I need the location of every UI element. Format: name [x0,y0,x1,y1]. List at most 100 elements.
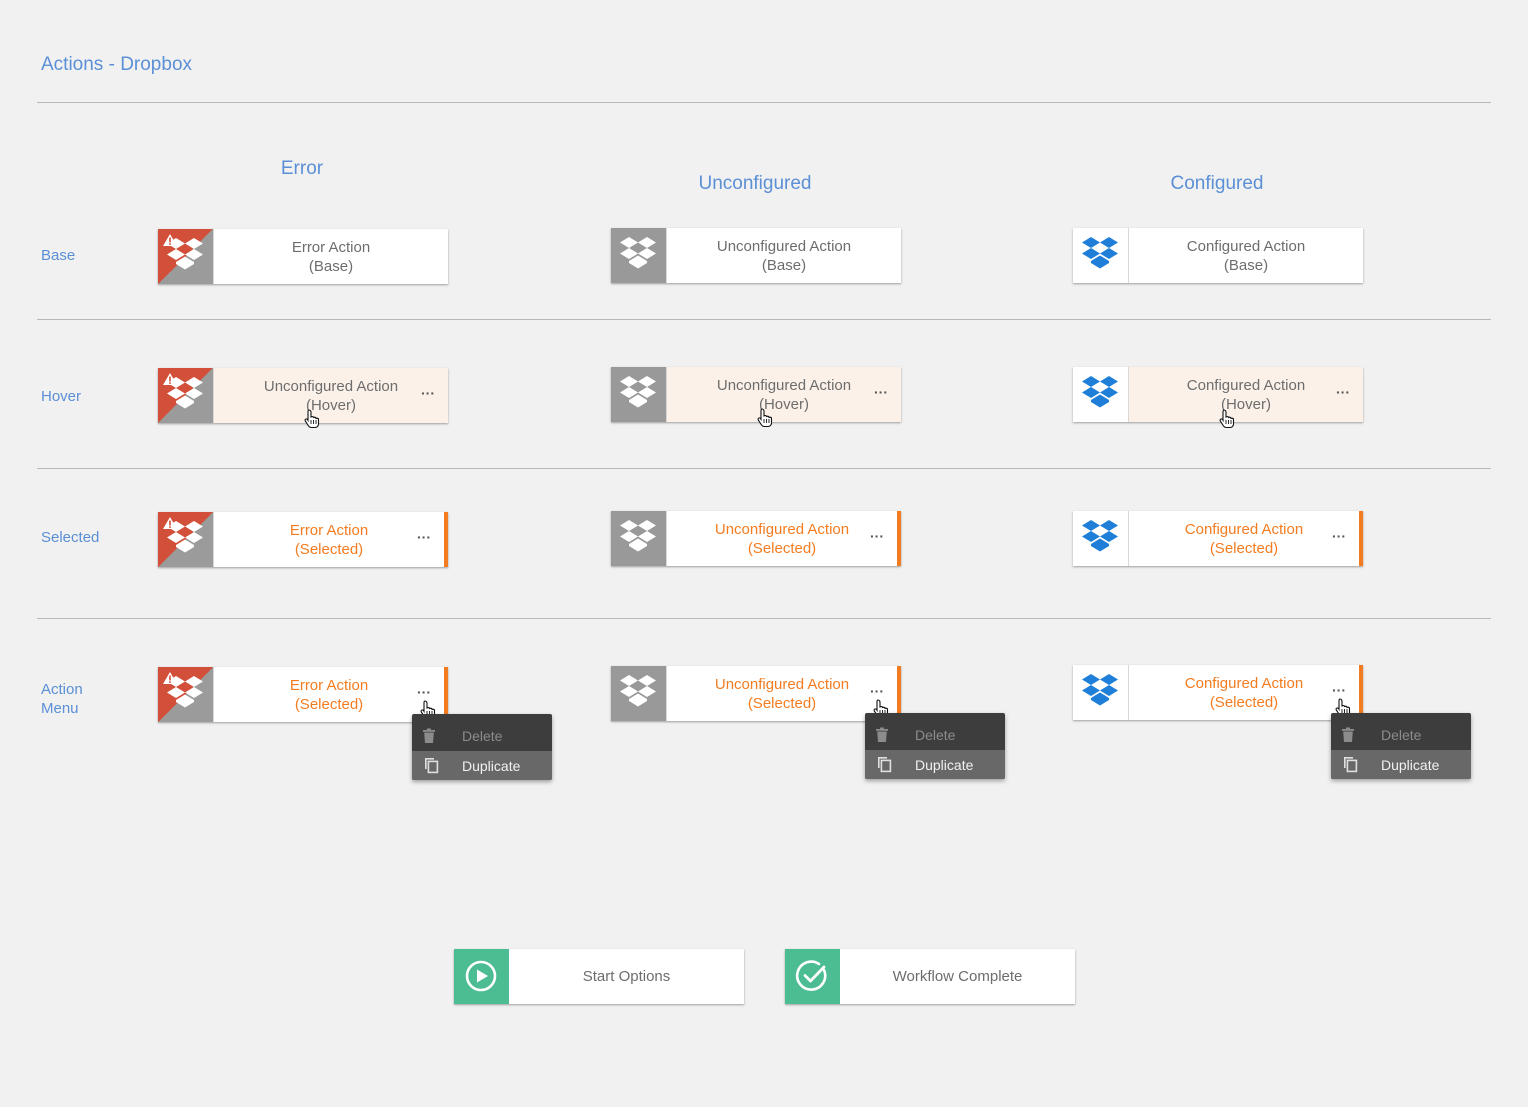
action-card-title: Error Action [289,521,369,539]
warning-icon [163,373,177,385]
menu-item-delete[interactable]: Delete [412,721,552,751]
dropbox-error-icon [158,667,214,722]
action-card-unconfigured-base[interactable]: Unconfigured Action (Base) [611,228,901,283]
action-card-title: Configured Action [1184,520,1304,538]
start-options-card[interactable]: Start Options [454,949,744,1004]
warning-icon [163,672,177,684]
more-options-button[interactable]: ··· [417,685,431,699]
action-card-title: Unconfigured Action [714,520,850,538]
dropbox-error-icon [158,512,214,567]
action-card-unconfigured-hover[interactable]: Unconfigured Action (Hover) ··· [611,367,901,428]
menu-item-label: Duplicate [915,756,974,773]
more-options-button[interactable]: ··· [874,385,888,399]
action-card-state: (Base) [308,257,354,275]
row-label-action-menu: Action Menu [41,680,83,718]
action-card-unconfigured-selected[interactable]: Unconfigured Action (Selected) ··· [611,511,901,566]
row-label-base: Base [41,247,76,264]
row-label-action-menu-line1: Action [41,681,83,698]
action-card-title: Error Action [289,676,369,694]
menu-item-label: Duplicate [462,757,521,774]
divider [37,468,1491,469]
more-options-button[interactable]: ··· [417,530,431,544]
action-menu: Delete Duplicate [865,713,1005,779]
action-card-error-hover[interactable]: Unconfigured Action (Hover) ··· [158,368,448,429]
warning-icon [163,234,177,246]
dropbox-unconfigured-icon [611,228,667,283]
dropbox-unconfigured-icon [611,367,667,422]
divider [37,618,1491,619]
workflow-complete-card[interactable]: Workflow Complete [785,949,1075,1004]
action-menu: Delete Duplicate [1331,713,1471,779]
trash-icon [1342,727,1354,742]
page-title: Actions - Dropbox [41,54,193,75]
divider [37,319,1491,320]
copy-icon [877,756,892,773]
more-options-button[interactable]: ··· [421,386,435,400]
action-card-state: (Selected) [1209,539,1279,557]
column-header-configured: Configured [1170,173,1264,194]
action-card-configured-hover[interactable]: Configured Action (Hover) ··· [1073,367,1363,429]
dropbox-unconfigured-icon [611,666,667,721]
action-card-unconfigured-menu[interactable]: Unconfigured Action (Selected) ··· [611,666,901,721]
action-card-configured-menu[interactable]: Configured Action (Selected) ··· [1073,665,1363,720]
workflow-complete-label: Workflow Complete [892,968,1023,985]
dropbox-error-icon [158,229,214,284]
action-card-error-base[interactable]: Error Action (Base) [158,229,448,284]
action-card-title: Configured Action [1186,237,1306,255]
hand-cursor-icon [304,409,320,429]
action-menu: Delete Duplicate [412,714,552,780]
action-card-error-menu[interactable]: Error Action (Selected) ··· [158,667,448,722]
action-card-state: (Base) [761,256,807,274]
dropbox-unconfigured-icon [611,511,667,566]
trash-icon [423,728,435,743]
row-label-action-menu-line2: Menu [41,700,79,717]
menu-item-label: Duplicate [1381,756,1440,773]
menu-item-label: Delete [1381,727,1422,743]
trash-icon [876,727,888,742]
action-card-title: Unconfigured Action [716,237,852,255]
copy-icon [1343,756,1358,773]
action-card-title: Configured Action [1186,376,1306,394]
hand-cursor-icon [1219,409,1235,429]
action-card-title: Configured Action [1184,674,1304,692]
action-card-error-selected[interactable]: Error Action (Selected) ··· [158,512,448,567]
warning-icon [163,517,177,529]
action-card-title: Unconfigured Action [716,376,852,394]
copy-icon [424,757,439,774]
menu-item-label: Delete [462,728,503,744]
action-card-title: Unconfigured Action [714,675,850,693]
row-label-selected: Selected [41,529,100,546]
menu-item-duplicate[interactable]: Duplicate [1331,750,1471,779]
action-card-state: (Selected) [747,539,817,557]
dropbox-configured-icon [1073,665,1129,720]
divider [37,102,1491,103]
action-card-title: Unconfigured Action [263,377,399,395]
start-options-label: Start Options [582,968,671,985]
dropbox-configured-icon [1073,367,1129,422]
menu-item-duplicate[interactable]: Duplicate [412,751,552,780]
check-circle-icon [785,949,840,1004]
menu-item-label: Delete [915,727,956,743]
menu-item-delete[interactable]: Delete [865,720,1005,750]
column-header-error: Error [280,158,324,179]
row-label-hover: Hover [41,388,82,405]
play-circle-icon [454,949,509,1004]
action-card-state: (Base) [1223,256,1269,274]
dropbox-configured-icon [1073,511,1129,566]
dropbox-error-icon [158,368,214,423]
action-card-title: Error Action [291,238,371,256]
dropbox-configured-icon [1073,228,1129,283]
action-card-configured-selected[interactable]: Configured Action (Selected) ··· [1073,511,1363,566]
more-options-button[interactable]: ··· [870,684,884,698]
menu-item-delete[interactable]: Delete [1331,720,1471,750]
more-options-button[interactable]: ··· [1332,683,1346,697]
action-card-state: (Selected) [294,695,364,713]
more-options-button[interactable]: ··· [1332,529,1346,543]
action-card-state: (Selected) [1209,693,1279,711]
menu-item-duplicate[interactable]: Duplicate [865,750,1005,779]
column-header-unconfigured: Unconfigured [698,173,812,194]
action-card-configured-base[interactable]: Configured Action (Base) [1073,228,1363,283]
more-options-button[interactable]: ··· [870,529,884,543]
action-card-state: (Selected) [294,540,364,558]
more-options-button[interactable]: ··· [1336,385,1350,399]
